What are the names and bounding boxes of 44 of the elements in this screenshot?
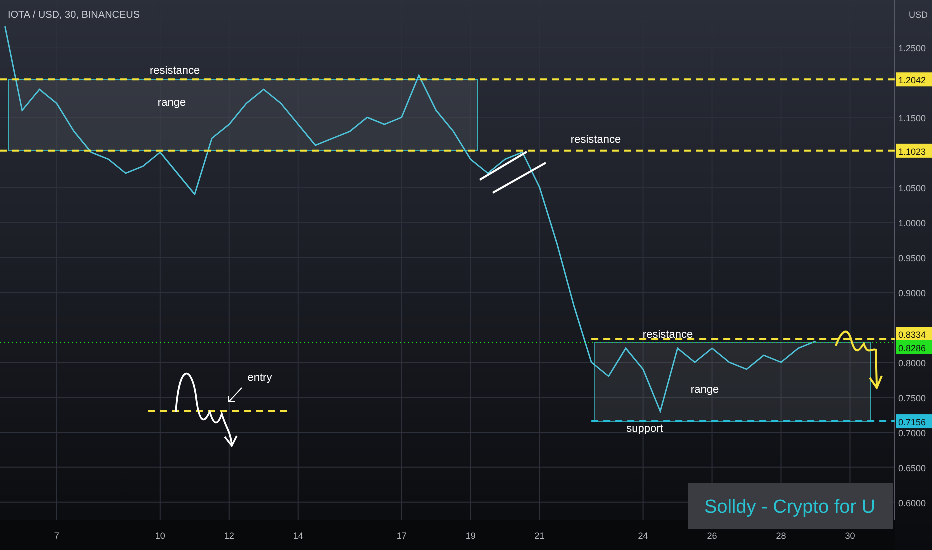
- date-axis-label: 10: [155, 531, 166, 541]
- annotation-label: entry: [248, 372, 272, 384]
- ref-line-label: 1.2042: [898, 76, 926, 86]
- price-axis-label: 0.8000: [898, 358, 926, 368]
- date-axis-label: 12: [224, 531, 234, 541]
- price-axis-label: 1.2500: [898, 44, 926, 54]
- annotation-label: range: [690, 384, 720, 396]
- date-axis-label: 7: [54, 531, 60, 541]
- price-axis-label: 0.7500: [898, 393, 926, 404]
- date-axis-label: 21: [534, 531, 545, 541]
- forecast-arrow: [835, 330, 883, 389]
- ref-line-label: 0.8334: [898, 330, 926, 340]
- symbol-title: IOTA / USD, 30, BINANCEUS: [8, 10, 140, 21]
- price-axis-label: 1.0000: [898, 218, 926, 229]
- ref-line-label: 0.7156: [898, 418, 926, 428]
- ref-line-label: 0.8286: [898, 343, 926, 354]
- price-tag: 0.8334: [896, 327, 932, 342]
- price-axis-label: 1.0500: [898, 184, 926, 194]
- currency-label[interactable]: USD: [908, 10, 928, 20]
- date-axis-label: 28: [776, 531, 786, 541]
- annotation-label: support: [626, 423, 664, 435]
- annotation-label: range: [158, 97, 186, 109]
- price-axis-label: 0.6500: [898, 463, 926, 474]
- date-axis-label: 19: [466, 531, 476, 541]
- price-tag: 0.8286: [896, 340, 932, 354]
- signature-box: Solldy - Crypto for U: [688, 483, 893, 529]
- date-axis-label: 24: [638, 531, 648, 541]
- annotation-label: resistance: [642, 329, 694, 341]
- price-axis-label: 0.6000: [898, 498, 926, 508]
- price-axis-label: 0.9000: [898, 288, 926, 298]
- price-axis-label: 0.9500: [898, 254, 926, 264]
- date-axis-label: 14: [293, 531, 304, 541]
- price-tag: 0.7156: [896, 414, 932, 429]
- price-axis-label: 0.7000: [898, 428, 926, 438]
- date-axis-label: 30: [845, 531, 856, 541]
- date-axis-label: 26: [707, 531, 718, 541]
- price-tag: 1.1023: [896, 144, 932, 158]
- ref-line-label: 1.1023: [898, 146, 926, 157]
- price-axis-label: 1.1500: [898, 114, 926, 124]
- annotation-label: resistance: [150, 65, 200, 77]
- annotation-label: resistance: [570, 134, 622, 146]
- channel-lines-drawing: [479, 151, 547, 194]
- date-axis-label: 17: [396, 531, 407, 541]
- price-tag: 1.2042: [896, 72, 932, 87]
